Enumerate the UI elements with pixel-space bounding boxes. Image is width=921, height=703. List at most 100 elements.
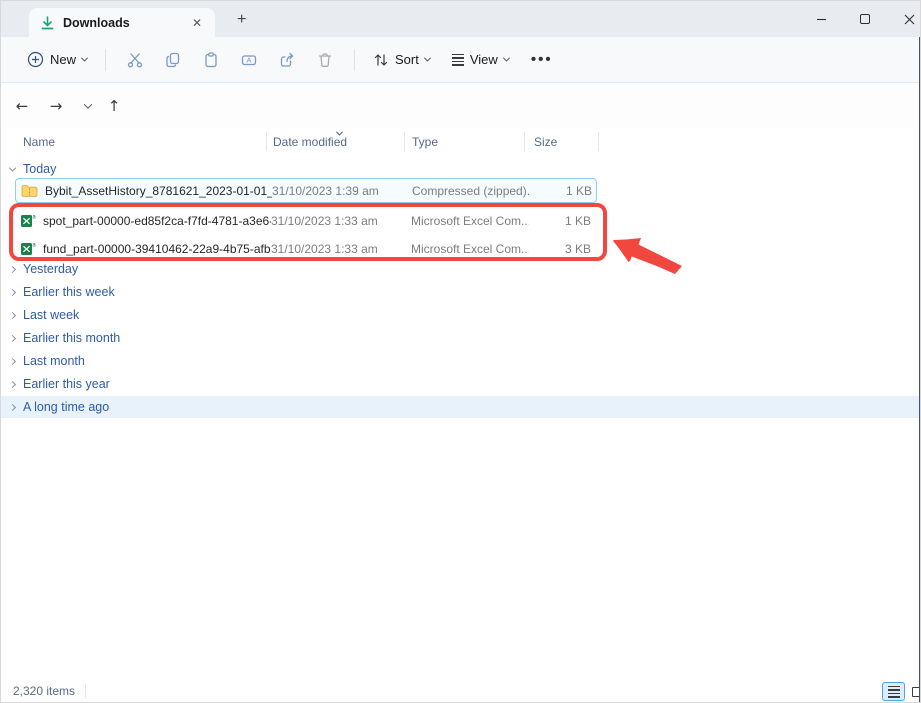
excel-csv-icon: a [20, 241, 36, 256]
zip-folder-icon [21, 184, 38, 198]
paste-button[interactable] [192, 45, 230, 75]
column-header-row: Name Date modified Type Size [15, 129, 599, 155]
trash-icon [316, 51, 334, 69]
rename-icon: A [240, 51, 258, 69]
toolbar-divider [354, 49, 355, 71]
file-row-zip[interactable]: Bybit_AssetHistory_8781621_2023-01-01_20… [15, 178, 597, 203]
group-header-today[interactable]: Today [1, 158, 919, 180]
maximize-button[interactable] [843, 1, 887, 37]
chevron-down-icon [503, 55, 510, 62]
file-size: 1 KB [530, 184, 598, 198]
group-header-earlier-this-week[interactable]: Earlier this week [1, 281, 919, 303]
chevron-right-icon [8, 357, 15, 364]
group-label: Earlier this year [23, 377, 110, 391]
group-header-earlier-this-year[interactable]: Earlier this year [1, 373, 919, 395]
up-button[interactable]: ↑ [101, 94, 127, 118]
view-button-label: View [470, 52, 498, 67]
file-row-spot-csv[interactable]: a spot_part-00000-ed85f2ca-f7fd-4781-a3e… [15, 208, 597, 233]
toolbar-divider [105, 49, 106, 71]
tab-strip: Downloads ✕ + [1, 1, 921, 37]
column-divider [598, 132, 599, 151]
svg-text:a: a [32, 243, 36, 249]
tab-title: Downloads [63, 16, 187, 30]
command-bar: New A Sort View [1, 37, 919, 83]
column-header-name[interactable]: Name [23, 135, 55, 149]
column-divider [266, 132, 267, 151]
status-bar: 2,320 items [1, 679, 919, 703]
address-row: ← → ↑ Downloads [1, 83, 919, 128]
column-header-size[interactable]: Size [534, 135, 557, 149]
group-header-last-week[interactable]: Last week [1, 304, 919, 326]
view-icon [452, 54, 464, 66]
tab-close-icon[interactable]: ✕ [187, 14, 207, 32]
chevron-right-icon [8, 265, 15, 272]
back-button[interactable]: ← [9, 94, 35, 118]
tab-downloads[interactable]: Downloads ✕ [29, 8, 215, 37]
file-size: 3 KB [529, 242, 597, 256]
file-type: Microsoft Excel Com... [411, 242, 529, 256]
group-header-a-long-time-ago[interactable]: A long time ago [1, 396, 919, 418]
column-header-date-modified[interactable]: Date modified [273, 135, 347, 149]
delete-button[interactable] [306, 45, 344, 75]
file-type: Compressed (zipped)... [412, 184, 530, 198]
view-button[interactable]: View [444, 46, 517, 73]
items-count: 2,320 items [13, 684, 75, 698]
column-divider [524, 132, 525, 151]
file-name: fund_part-00000-39410462-22a9-4b75-afb1-… [43, 242, 271, 256]
group-label: Today [23, 162, 56, 176]
chevron-right-icon [8, 403, 15, 410]
new-tab-button[interactable]: + [229, 11, 254, 29]
status-divider [85, 684, 86, 698]
new-button-label: New [50, 52, 76, 67]
group-header-yesterday[interactable]: Yesterday [1, 258, 919, 280]
share-button[interactable] [268, 45, 306, 75]
forward-button[interactable]: → [43, 94, 69, 118]
column-header-type[interactable]: Type [412, 135, 438, 149]
details-view-icon [888, 686, 900, 698]
file-date: 31/10/2023 1:33 am [271, 214, 411, 228]
close-button[interactable] [887, 1, 921, 37]
sort-button[interactable]: Sort [365, 46, 438, 74]
chevron-right-icon [8, 288, 15, 295]
copy-button[interactable] [154, 45, 192, 75]
cut-icon [126, 51, 144, 69]
svg-text:A: A [247, 55, 252, 64]
file-list: Today Bybit_AssetHistory_8781621_2023-01… [1, 155, 919, 679]
see-more-button[interactable]: ••• [531, 51, 553, 68]
group-label: Yesterday [23, 262, 78, 276]
new-button[interactable]: New [19, 45, 95, 74]
maximize-icon [860, 14, 870, 24]
cut-button[interactable] [116, 45, 154, 75]
group-label: Last week [23, 308, 79, 322]
file-name: Bybit_AssetHistory_8781621_2023-01-01_20… [45, 184, 272, 198]
chevron-down-icon [8, 164, 15, 171]
chevron-right-icon [8, 334, 15, 341]
rename-button[interactable]: A [230, 45, 268, 75]
file-explorer-window: Downloads ✕ + New A [0, 0, 921, 703]
group-label: A long time ago [23, 400, 109, 414]
group-label: Earlier this week [23, 285, 115, 299]
group-label: Last month [23, 354, 85, 368]
chevron-down-icon [81, 55, 88, 62]
downloads-icon [41, 16, 54, 30]
chevron-right-icon [8, 311, 15, 318]
copy-icon [164, 51, 182, 69]
file-size: 1 KB [529, 214, 597, 228]
recent-locations-button[interactable] [75, 94, 101, 118]
file-name: spot_part-00000-ed85f2ca-f7fd-4781-a3e6-… [43, 214, 271, 228]
sort-button-label: Sort [395, 52, 419, 67]
details-view-button[interactable] [882, 682, 905, 701]
share-icon [278, 51, 296, 69]
minimize-button[interactable] [799, 1, 843, 37]
chevron-down-icon [84, 100, 92, 108]
chevron-down-icon [424, 55, 431, 62]
group-label: Earlier this month [23, 331, 120, 345]
chevron-right-icon [8, 380, 15, 387]
plus-circle-icon [27, 51, 44, 68]
group-header-last-month[interactable]: Last month [1, 350, 919, 372]
column-divider [404, 132, 405, 151]
svg-text:a: a [32, 215, 36, 221]
excel-csv-icon: a [20, 213, 36, 228]
group-header-earlier-this-month[interactable]: Earlier this month [1, 327, 919, 349]
file-type: Microsoft Excel Com... [411, 214, 529, 228]
